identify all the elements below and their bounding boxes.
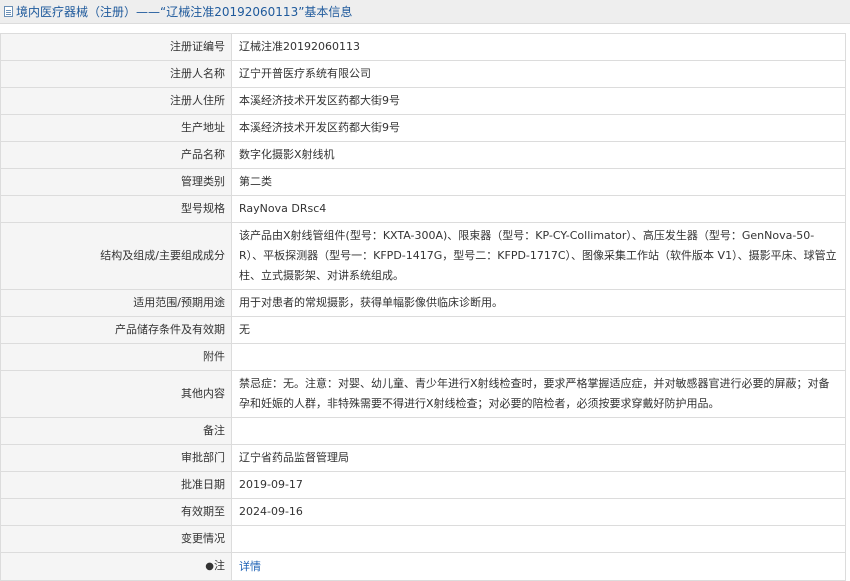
- row-value: 辽宁开普医疗系统有限公司: [231, 60, 846, 88]
- table-row: 批准日期 2019-09-17: [0, 471, 846, 499]
- note-label-text: 注: [214, 559, 225, 572]
- table-row: 变更情况: [0, 525, 846, 553]
- table-row: 结构及组成/主要组成成分 该产品由X射线管组件(型号：KXTA-300A)、限束…: [0, 222, 846, 290]
- row-label: 附件: [0, 343, 232, 371]
- table-row: 生产地址 本溪经济技术开发区药都大街9号: [0, 114, 846, 142]
- document-icon: [4, 6, 13, 17]
- page-header: 境内医疗器械（注册）——“辽械注准20192060113”基本信息: [0, 0, 850, 24]
- row-value: 辽宁省药品监督管理局: [231, 444, 846, 472]
- row-value: 2024-09-16: [231, 498, 846, 526]
- row-label: 结构及组成/主要组成成分: [0, 222, 232, 290]
- details-link[interactable]: 详情: [239, 560, 261, 573]
- row-value: 2019-09-17: [231, 471, 846, 499]
- row-label: 管理类别: [0, 168, 232, 196]
- row-label: 其他内容: [0, 370, 232, 418]
- row-label: 变更情况: [0, 525, 232, 553]
- table-row: 其他内容 禁忌症：无。注意：对婴、幼儿童、青少年进行X射线检查时，要求严格掌握适…: [0, 370, 846, 418]
- row-value: RayNova DRsc4: [231, 195, 846, 223]
- note-row: ●注 详情: [0, 552, 846, 581]
- row-label: 产品名称: [0, 141, 232, 169]
- row-value: 用于对患者的常规摄影，获得单幅影像供临床诊断用。: [231, 289, 846, 317]
- row-value: 第二类: [231, 168, 846, 196]
- detail-table-container: 注册证编号 辽械注准20192060113 注册人名称 辽宁开普医疗系统有限公司…: [0, 33, 846, 581]
- row-value: 本溪经济技术开发区药都大街9号: [231, 87, 846, 115]
- row-value: 该产品由X射线管组件(型号：KXTA-300A)、限束器（型号：KP-CY-Co…: [231, 222, 846, 290]
- table-row: 注册证编号 辽械注准20192060113: [0, 33, 846, 61]
- table-row: 注册人住所 本溪经济技术开发区药都大街9号: [0, 87, 846, 115]
- row-label: 注册人住所: [0, 87, 232, 115]
- row-value: 辽械注准20192060113: [231, 33, 846, 61]
- table-row: 适用范围/预期用途 用于对患者的常规摄影，获得单幅影像供临床诊断用。: [0, 289, 846, 317]
- row-value: 数字化摄影X射线机: [231, 141, 846, 169]
- row-label: 生产地址: [0, 114, 232, 142]
- note-label: ●注: [0, 552, 232, 581]
- row-label: 批准日期: [0, 471, 232, 499]
- pin-icon: ●: [205, 561, 214, 572]
- row-label: 产品储存条件及有效期: [0, 316, 232, 344]
- row-value: 无: [231, 316, 846, 344]
- table-row: 审批部门 辽宁省药品监督管理局: [0, 444, 846, 472]
- row-value: [231, 343, 846, 371]
- table-row: 产品储存条件及有效期 无: [0, 316, 846, 344]
- table-row: 有效期至 2024-09-16: [0, 498, 846, 526]
- row-value: [231, 525, 846, 553]
- table-row: 管理类别 第二类: [0, 168, 846, 196]
- row-value: 本溪经济技术开发区药都大街9号: [231, 114, 846, 142]
- table-row: 注册人名称 辽宁开普医疗系统有限公司: [0, 60, 846, 88]
- detail-table: 注册证编号 辽械注准20192060113 注册人名称 辽宁开普医疗系统有限公司…: [0, 33, 846, 581]
- row-label: 备注: [0, 417, 232, 445]
- table-row: 型号规格 RayNova DRsc4: [0, 195, 846, 223]
- table-row: 产品名称 数字化摄影X射线机: [0, 141, 846, 169]
- table-row: 备注: [0, 417, 846, 445]
- table-row: 附件: [0, 343, 846, 371]
- row-value: 禁忌症：无。注意：对婴、幼儿童、青少年进行X射线检查时，要求严格掌握适应症，并对…: [231, 370, 846, 418]
- row-label: 适用范围/预期用途: [0, 289, 232, 317]
- note-value: 详情: [231, 552, 846, 581]
- row-label: 审批部门: [0, 444, 232, 472]
- row-value: [231, 417, 846, 445]
- row-label: 注册证编号: [0, 33, 232, 61]
- row-label: 型号规格: [0, 195, 232, 223]
- row-label: 有效期至: [0, 498, 232, 526]
- page-title: 境内医疗器械（注册）——“辽械注准20192060113”基本信息: [16, 5, 353, 19]
- row-label: 注册人名称: [0, 60, 232, 88]
